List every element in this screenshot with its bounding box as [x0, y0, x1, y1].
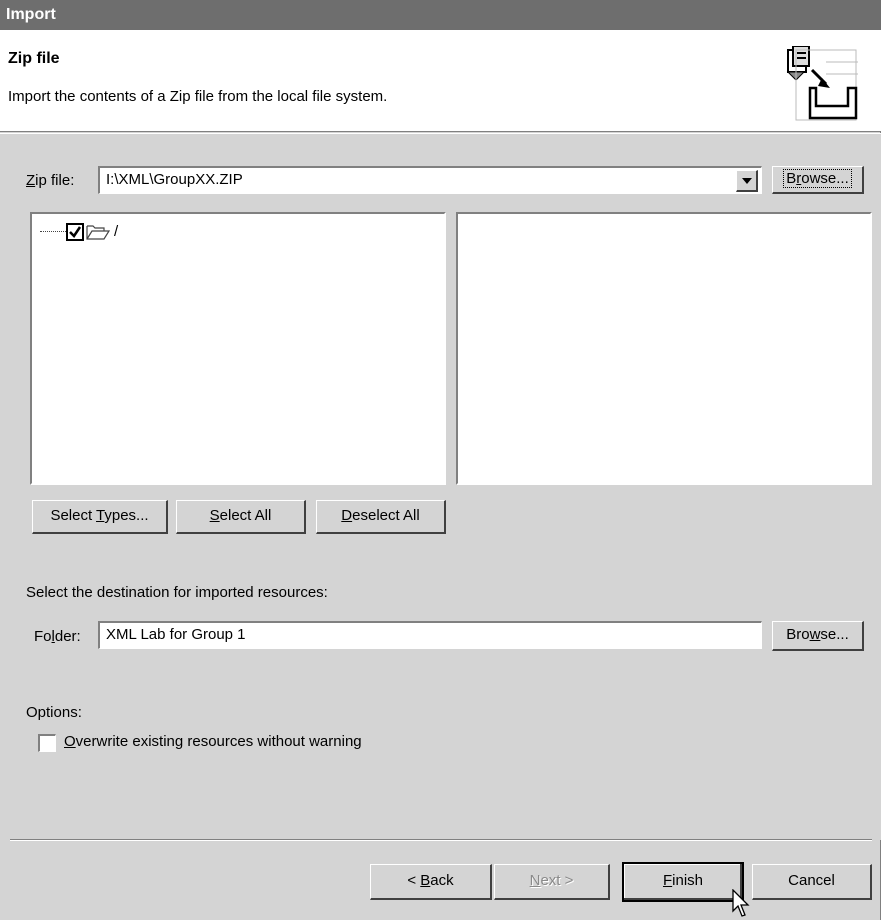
folder-browse-button[interactable]: Browse...: [772, 621, 864, 651]
folder-open-icon: [86, 225, 110, 240]
folder-tree[interactable]: /: [30, 212, 446, 485]
mouse-cursor-icon: [732, 889, 750, 917]
window-title: Import: [6, 6, 56, 23]
back-button[interactable]: < Back: [370, 864, 492, 900]
chevron-down-icon[interactable]: [736, 170, 758, 192]
tree-item-root[interactable]: /: [40, 222, 160, 242]
page-description: Import the contents of a Zip file from t…: [8, 88, 388, 105]
file-list[interactable]: [456, 212, 872, 485]
folder-value: XML Lab for Group 1: [106, 626, 246, 643]
tree-item-label: /: [114, 223, 119, 240]
select-types-button[interactable]: Select Types...: [32, 500, 168, 534]
zip-file-value: I:\XML\GroupXX.ZIP: [106, 171, 243, 188]
destination-heading: Select the destination for imported reso…: [26, 584, 328, 601]
overwrite-label[interactable]: Overwrite existing resources without war…: [64, 733, 362, 750]
folder-label: Folder:: [34, 628, 81, 645]
wizard-banner: Zip file Import the contents of a Zip fi…: [0, 30, 881, 132]
footer-separator: [10, 839, 872, 841]
zip-file-combo[interactable]: I:\XML\GroupXX.ZIP: [98, 166, 762, 194]
import-dialog: Import Zip file Import the contents of a…: [0, 0, 881, 920]
page-title: Zip file: [8, 50, 60, 67]
overwrite-checkbox[interactable]: [38, 734, 56, 752]
tree-checkbox[interactable]: [66, 223, 84, 241]
import-wizard-icon: [786, 46, 858, 121]
deselect-all-button[interactable]: Deselect All: [316, 500, 446, 534]
title-bar: Import: [0, 0, 881, 30]
finish-button[interactable]: Finish: [622, 862, 744, 902]
folder-input[interactable]: XML Lab for Group 1: [98, 621, 762, 649]
next-button[interactable]: Next >: [494, 864, 610, 900]
checkmark-icon: [69, 226, 82, 238]
tree-connector: [40, 231, 66, 232]
options-heading: Options:: [26, 704, 82, 721]
zip-browse-button[interactable]: Browse...: [772, 166, 864, 194]
select-all-button[interactable]: Select All: [176, 500, 306, 534]
wizard-body: Zip file: I:\XML\GroupXX.ZIP Browse... /: [0, 133, 881, 840]
zip-file-label: Zip file:: [26, 172, 75, 189]
cancel-button[interactable]: Cancel: [752, 864, 872, 900]
